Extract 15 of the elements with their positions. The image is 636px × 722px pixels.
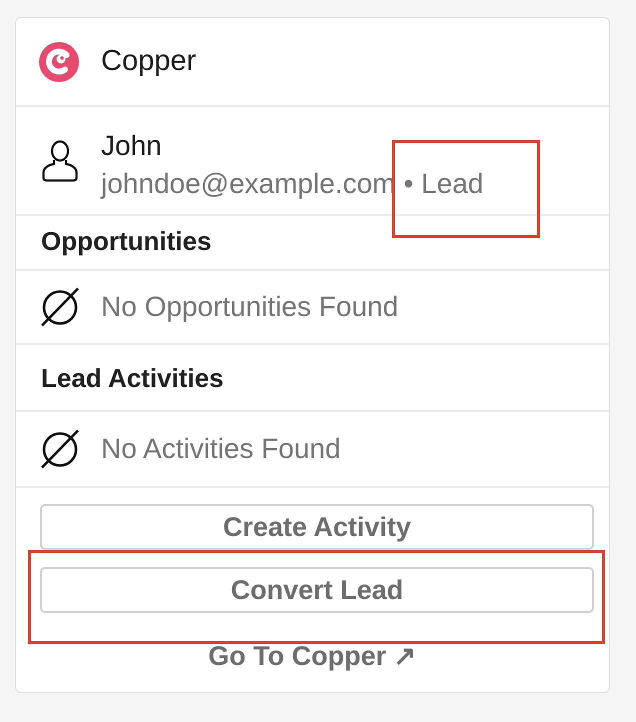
contact-status: • Lead: [404, 168, 484, 198]
go-to-link[interactable]: Go To Copper ↗: [208, 643, 417, 670]
user-icon: [42, 140, 78, 182]
contact-name: John: [101, 130, 162, 162]
contact-email: johndoe@example.com: [101, 168, 396, 200]
action-button[interactable]: Convert Lead: [40, 567, 594, 613]
empty-state-text: No Opportunities Found: [101, 293, 398, 321]
empty-set-icon: [40, 287, 80, 327]
empty-state-text: No Activities Found: [101, 435, 341, 463]
empty-set-icon: [40, 429, 80, 469]
section-heading: Opportunities: [41, 228, 212, 254]
logo-icon: [39, 42, 79, 82]
app-title: Copper: [101, 47, 196, 76]
section-heading: Lead Activities: [41, 364, 224, 390]
action-button[interactable]: Create Activity: [40, 504, 594, 550]
